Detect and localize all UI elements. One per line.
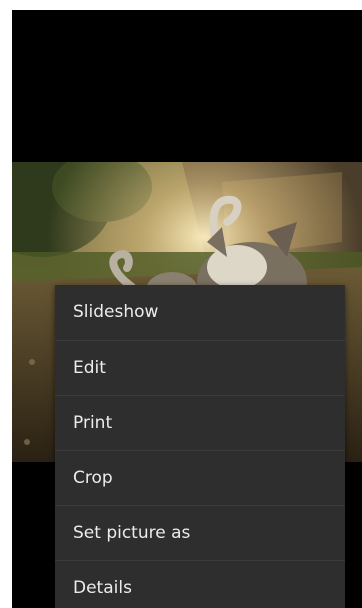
- menu-item-print[interactable]: Print: [55, 395, 345, 450]
- menu-item-crop[interactable]: Crop: [55, 450, 345, 505]
- menu-item-details[interactable]: Details: [55, 560, 345, 608]
- gallery-screen: Slideshow Edit Print Crop Set picture as…: [0, 0, 362, 608]
- menu-item-edit[interactable]: Edit: [55, 340, 345, 395]
- menu-item-set-picture-as[interactable]: Set picture as: [55, 505, 345, 560]
- photo-context-menu: Slideshow Edit Print Crop Set picture as…: [55, 285, 345, 608]
- photo-viewer[interactable]: Slideshow Edit Print Crop Set picture as…: [12, 10, 362, 608]
- menu-item-slideshow[interactable]: Slideshow: [55, 285, 345, 340]
